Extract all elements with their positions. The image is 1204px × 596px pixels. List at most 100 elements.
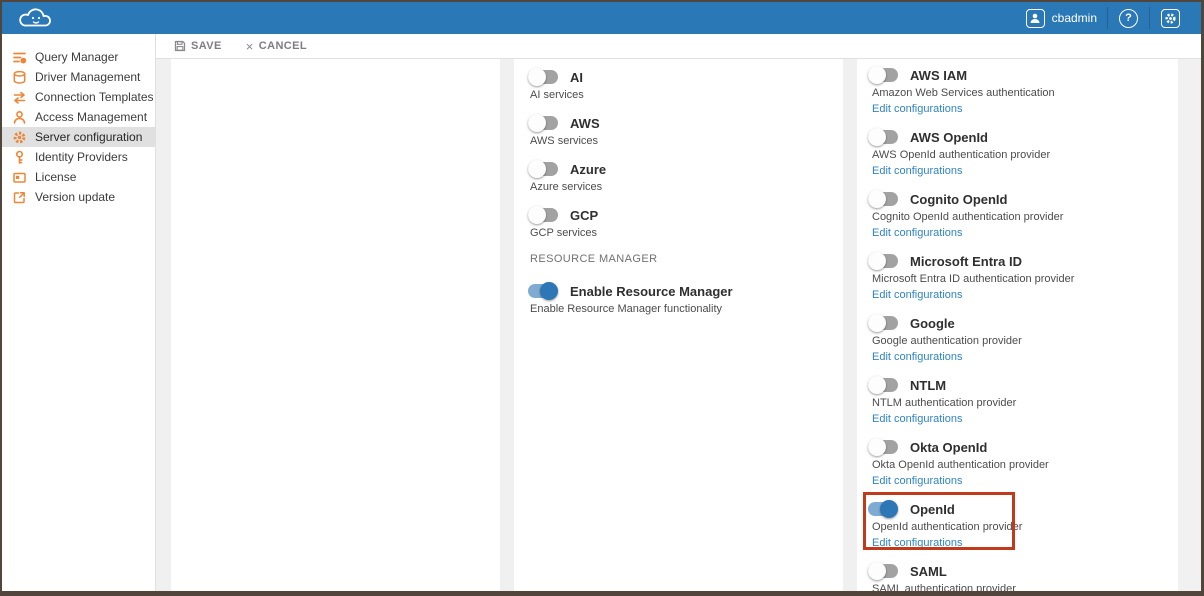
service-description: Enable Resource Manager functionality (530, 303, 843, 315)
cancel-label: CANCEL (259, 40, 307, 52)
app-body: Query Manager Driver Management (2, 34, 1201, 591)
provider-description: Microsoft Entra ID authentication provid… (872, 273, 1178, 285)
sidebar-item-label: Driver Management (35, 70, 140, 84)
cancel-x-icon: × (246, 40, 254, 53)
identity-providers-icon (12, 150, 27, 165)
service-item-ai: AI AI services (528, 67, 843, 101)
edit-configurations-link[interactable]: Edit configurations (872, 103, 963, 115)
provider-item-microsoft-entra-id: Microsoft Entra ID Microsoft Entra ID au… (868, 249, 1178, 303)
edit-configurations-link[interactable]: Edit configurations (872, 351, 963, 363)
app-window: cbadmin ? (0, 0, 1204, 596)
sidebar-item-label: Server configuration (35, 130, 142, 144)
provider-label: SAML (910, 564, 947, 579)
provider-item-cognito-openid: Cognito OpenId Cognito OpenId authentica… (868, 187, 1178, 241)
panel-services: AI AI services AWS AWS services (514, 59, 843, 591)
service-item-resource-manager: Enable Resource Manager Enable Resource … (528, 281, 843, 315)
openid-toggle[interactable] (868, 500, 898, 518)
cancel-button[interactable]: × CANCEL (241, 40, 312, 53)
provider-label: Google (910, 316, 955, 331)
microsoft-entra-id-toggle[interactable] (868, 252, 898, 270)
provider-label: Microsoft Entra ID (910, 254, 1022, 269)
provider-label: Cognito OpenId (910, 192, 1007, 207)
cloud-icon (16, 5, 56, 31)
provider-item-saml: SAML SAML authentication provider Edit c… (868, 559, 1178, 596)
edit-configurations-link[interactable]: Edit configurations (872, 537, 963, 549)
vertical-scrollbar[interactable] (1178, 59, 1201, 591)
service-item-gcp: GCP GCP services (528, 205, 843, 239)
header-actions: cbadmin ? (1016, 7, 1191, 29)
provider-item-ntlm: NTLM NTLM authentication provider Edit c… (868, 373, 1178, 427)
sidebar-item-version-update[interactable]: Version update (2, 187, 155, 207)
enable-resource-manager-toggle[interactable] (528, 282, 558, 300)
help-button[interactable]: ? (1108, 9, 1149, 28)
ntlm-toggle[interactable] (868, 376, 898, 394)
sidebar-item-query-manager[interactable]: Query Manager (2, 47, 155, 67)
azure-toggle[interactable] (528, 160, 558, 178)
aws-iam-toggle[interactable] (868, 66, 898, 84)
sidebar-item-identity-providers[interactable]: Identity Providers (2, 147, 155, 167)
panel-auth-providers: AWS IAM Amazon Web Services authenticati… (857, 59, 1178, 591)
version-update-icon (12, 190, 27, 205)
service-label: AI (570, 70, 583, 85)
provider-label: AWS OpenId (910, 130, 988, 145)
query-manager-icon (12, 50, 27, 65)
google-toggle[interactable] (868, 314, 898, 332)
driver-management-icon (12, 70, 27, 85)
provider-item-aws-iam: AWS IAM Amazon Web Services authenticati… (868, 63, 1178, 117)
sidebar-item-server-configuration[interactable]: Server configuration (2, 127, 155, 147)
provider-item-aws-openid: AWS OpenId AWS OpenId authentication pro… (868, 125, 1178, 179)
sidebar-item-label: Query Manager (35, 50, 118, 64)
license-icon (12, 170, 27, 185)
provider-label: OpenId (910, 502, 955, 517)
ai-toggle[interactable] (528, 68, 558, 86)
app-header: cbadmin ? (2, 2, 1201, 34)
aws-openid-toggle[interactable] (868, 128, 898, 146)
settings-gear-icon (1161, 9, 1180, 28)
sidebar-item-connection-templates[interactable]: Connection Templates (2, 87, 155, 107)
edit-configurations-link[interactable]: Edit configurations (872, 413, 963, 425)
provider-description: Amazon Web Services authentication (872, 87, 1178, 99)
provider-description: Cognito OpenId authentication provider (872, 211, 1178, 223)
edit-configurations-link[interactable]: Edit configurations (872, 227, 963, 239)
aws-toggle[interactable] (528, 114, 558, 132)
edit-configurations-link[interactable]: Edit configurations (872, 289, 963, 301)
provider-label: NTLM (910, 378, 946, 393)
save-label: SAVE (191, 40, 222, 52)
provider-description: Google authentication provider (872, 335, 1178, 347)
settings-content: AI AI services AWS AWS services (156, 59, 1201, 591)
username-label: cbadmin (1052, 11, 1097, 25)
settings-button[interactable] (1150, 9, 1191, 28)
sidebar-item-label: Identity Providers (35, 150, 128, 164)
sidebar-item-label: Connection Templates (35, 90, 154, 104)
service-description: AWS services (530, 135, 843, 147)
save-button[interactable]: SAVE (169, 40, 227, 52)
main-area: SAVE × CANCEL AI (156, 34, 1201, 591)
provider-label: Okta OpenId (910, 440, 987, 455)
service-description: Azure services (530, 181, 843, 193)
provider-description: SAML authentication provider (872, 583, 1178, 595)
saml-toggle[interactable] (868, 562, 898, 580)
service-item-azure: Azure Azure services (528, 159, 843, 193)
service-label: Enable Resource Manager (570, 284, 733, 299)
panel-empty (171, 59, 500, 591)
cloudbeaver-cloud-logo (16, 5, 56, 31)
gcp-toggle[interactable] (528, 206, 558, 224)
connection-templates-icon (12, 90, 27, 105)
edit-configurations-link[interactable]: Edit configurations (872, 165, 963, 177)
service-label: GCP (570, 208, 598, 223)
sidebar-item-label: Version update (35, 190, 115, 204)
sidebar-item-license[interactable]: License (2, 167, 155, 187)
sidebar-item-access-management[interactable]: Access Management (2, 107, 155, 127)
access-management-icon (12, 110, 27, 125)
edit-configurations-link[interactable]: Edit configurations (872, 475, 963, 487)
sidebar-item-driver-management[interactable]: Driver Management (2, 67, 155, 87)
user-menu[interactable]: cbadmin (1016, 9, 1107, 28)
okta-openid-toggle[interactable] (868, 438, 898, 456)
cognito-openid-toggle[interactable] (868, 190, 898, 208)
resource-manager-section-header: RESOURCE MANAGER (530, 253, 843, 265)
provider-description: OpenId authentication provider (872, 521, 1178, 533)
provider-label: AWS IAM (910, 68, 967, 83)
toolbar: SAVE × CANCEL (156, 34, 1201, 59)
service-item-aws: AWS AWS services (528, 113, 843, 147)
user-badge-icon (1026, 9, 1045, 28)
